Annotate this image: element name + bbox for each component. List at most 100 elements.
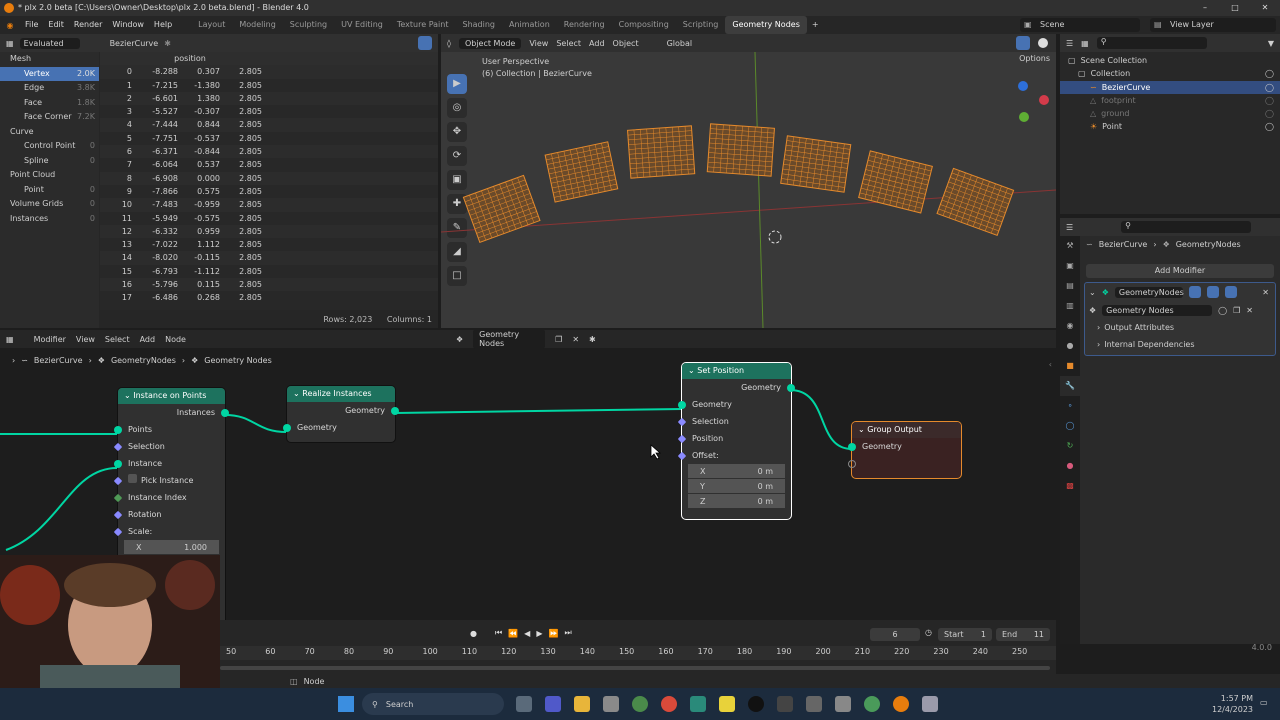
outliner-item-point[interactable]: ☀ Point ◯	[1060, 120, 1280, 133]
physics-tab-icon[interactable]: ◯	[1060, 416, 1080, 436]
blender-menu-icon[interactable]: ◉	[0, 21, 20, 30]
play-reverse-icon[interactable]: ◀	[524, 629, 530, 638]
scene-tab-icon[interactable]: ◉	[1060, 316, 1080, 336]
object-mode-dropdown[interactable]: Object Mode	[458, 37, 522, 49]
viewport-editor-type-icon[interactable]: ◊	[447, 39, 451, 48]
visibility-icon[interactable]: ◯	[1265, 94, 1274, 107]
socket-geometry-in[interactable]	[283, 423, 291, 432]
object-tab-icon[interactable]: ■	[1060, 356, 1080, 376]
node-set-position[interactable]: ⌄ Set Position Geometry Geometry Selecti…	[677, 363, 795, 519]
list-item[interactable]: Point 0	[0, 183, 99, 198]
menu-view[interactable]: View	[529, 39, 548, 48]
visibility-icon[interactable]: ◯	[1265, 67, 1274, 80]
app-icon[interactable]	[806, 696, 822, 712]
tab-compositing[interactable]: Compositing	[612, 16, 676, 34]
modifier-tab-icon[interactable]: 🔧	[1060, 376, 1080, 396]
outliner-item-beziercurve[interactable]: ∽ BezierCurve ◯	[1060, 80, 1280, 94]
pick-instance-checkbox[interactable]	[128, 474, 137, 483]
output-tab-icon[interactable]: ▤	[1060, 276, 1080, 296]
node-group-output[interactable]: ⌄ Group Output Geometry	[848, 422, 961, 478]
fake-user-icon[interactable]: ◯	[1218, 306, 1227, 315]
duplicate-icon[interactable]: ❐	[1233, 306, 1240, 315]
data-tab-icon[interactable]: ●	[1060, 456, 1080, 476]
timeline-scrollbar[interactable]	[220, 666, 1050, 670]
socket-geometry-out[interactable]	[391, 406, 399, 415]
spreadsheet-editor-type-icon[interactable]: ▦	[6, 39, 14, 48]
app-icon[interactable]	[922, 696, 938, 712]
chevron-down-icon[interactable]: ⌄	[858, 425, 867, 434]
node-group-field[interactable]: Geometry Nodes	[1102, 304, 1213, 316]
viewport-canvas[interactable]: ▶ ◎ ✥ ⟳ ▣ ✚ ✎ ◢ □ User Perspective (6) C…	[441, 52, 1056, 328]
menu-edit[interactable]: Edit	[43, 16, 69, 34]
app-icon[interactable]	[777, 696, 793, 712]
menu-file[interactable]: File	[20, 16, 43, 34]
clock[interactable]: 1:57 PM 12/4/2023	[1212, 693, 1253, 715]
notification-icon[interactable]: ▭	[1260, 698, 1268, 707]
list-item[interactable]: Mesh	[0, 52, 99, 67]
scale-x-field[interactable]: X 1.000	[124, 540, 219, 555]
world-tab-icon[interactable]: ●	[1060, 336, 1080, 356]
list-item[interactable]: Volume Grids 0	[0, 197, 99, 212]
teams-icon[interactable]	[545, 696, 561, 712]
menu-render[interactable]: Render	[69, 16, 107, 34]
current-frame-field[interactable]: 6	[870, 628, 920, 641]
jump-end-icon[interactable]: ⏭	[564, 628, 571, 638]
offset-x-field[interactable]: X0 m	[688, 464, 785, 479]
list-item[interactable]: Face Corner 7.2K	[0, 110, 99, 125]
tab-sculpting[interactable]: Sculpting	[283, 16, 334, 34]
tab-geometry-nodes[interactable]: Geometry Nodes	[725, 16, 807, 34]
chrome-icon[interactable]	[661, 696, 677, 712]
outliner-item-footprint[interactable]: △ footprint ◯	[1060, 94, 1280, 107]
socket-geometry-out[interactable]	[787, 383, 795, 392]
outliner-display-icon[interactable]: ▦	[1081, 39, 1089, 48]
add-workspace-button[interactable]: +	[807, 16, 824, 34]
tab-rendering[interactable]: Rendering	[557, 16, 612, 34]
modifier-name-field[interactable]: GeometryNodes	[1114, 286, 1184, 298]
list-item[interactable]: Curve	[0, 125, 99, 140]
menu-select[interactable]: Select	[556, 39, 581, 48]
jump-start-icon[interactable]: ⏮	[495, 628, 502, 638]
chevron-down-icon[interactable]: ⌄	[688, 366, 697, 375]
unreal-icon[interactable]	[748, 696, 764, 712]
filter-icon[interactable]	[418, 36, 432, 50]
list-item[interactable]: Point Cloud	[0, 168, 99, 183]
record-icon[interactable]: ●	[470, 629, 477, 638]
tab-layout[interactable]: Layout	[191, 16, 232, 34]
socket-instances-out[interactable]	[221, 408, 229, 417]
socket-points-in[interactable]	[114, 425, 122, 434]
tab-texture-paint[interactable]: Texture Paint	[390, 16, 456, 34]
list-item[interactable]: Control Point 0	[0, 139, 99, 154]
end-frame-field[interactable]: End 11	[996, 628, 1050, 641]
chevron-down-icon[interactable]: ⌄	[293, 389, 302, 398]
tab-modeling[interactable]: Modeling	[232, 16, 282, 34]
tab-uv-editing[interactable]: UV Editing	[334, 16, 390, 34]
list-item[interactable]: Spline 0	[0, 154, 99, 169]
menu-help[interactable]: Help	[149, 16, 177, 34]
add-modifier-button[interactable]: Add Modifier	[1086, 264, 1274, 278]
app-icon[interactable]	[690, 696, 706, 712]
visibility-icon[interactable]: ◯	[1265, 120, 1274, 133]
chevron-down-icon[interactable]: ⌄	[1089, 288, 1096, 297]
tab-animation[interactable]: Animation	[502, 16, 557, 34]
file-explorer-icon[interactable]	[574, 696, 590, 712]
filter-icon[interactable]: ▼	[1268, 39, 1274, 48]
task-view-icon[interactable]	[516, 696, 532, 712]
list-item[interactable]: Edge 3.8K	[0, 81, 99, 96]
constraints-tab-icon[interactable]: ↻	[1060, 436, 1080, 456]
offset-y-field[interactable]: Y0 m	[688, 479, 785, 494]
scene-selector[interactable]: ▣ Scene	[1020, 18, 1140, 32]
app-icon[interactable]	[719, 696, 735, 712]
xray-toggle-icon[interactable]	[1016, 36, 1030, 50]
timeline-ruler[interactable]: 50 60 70 80 90 100 110 120 130 140 150 160 170 180 190…	[220, 646, 1056, 660]
close-icon[interactable]: ✕	[1262, 288, 1269, 297]
blender-icon[interactable]	[893, 696, 909, 712]
outliner-search-input[interactable]: ⚲	[1096, 37, 1207, 49]
menu-add[interactable]: Add	[589, 39, 605, 48]
tool-tab-icon[interactable]: ⚒	[1060, 236, 1080, 256]
viewport-toggle[interactable]	[1206, 286, 1219, 298]
prev-keyframe-icon[interactable]: ⏪	[508, 629, 518, 638]
view-layer-tab-icon[interactable]: ▥	[1060, 296, 1080, 316]
visibility-icon[interactable]: ◯	[1265, 81, 1274, 94]
start-frame-field[interactable]: Start111	[938, 628, 992, 641]
edit-mode-toggle[interactable]	[1188, 286, 1201, 298]
